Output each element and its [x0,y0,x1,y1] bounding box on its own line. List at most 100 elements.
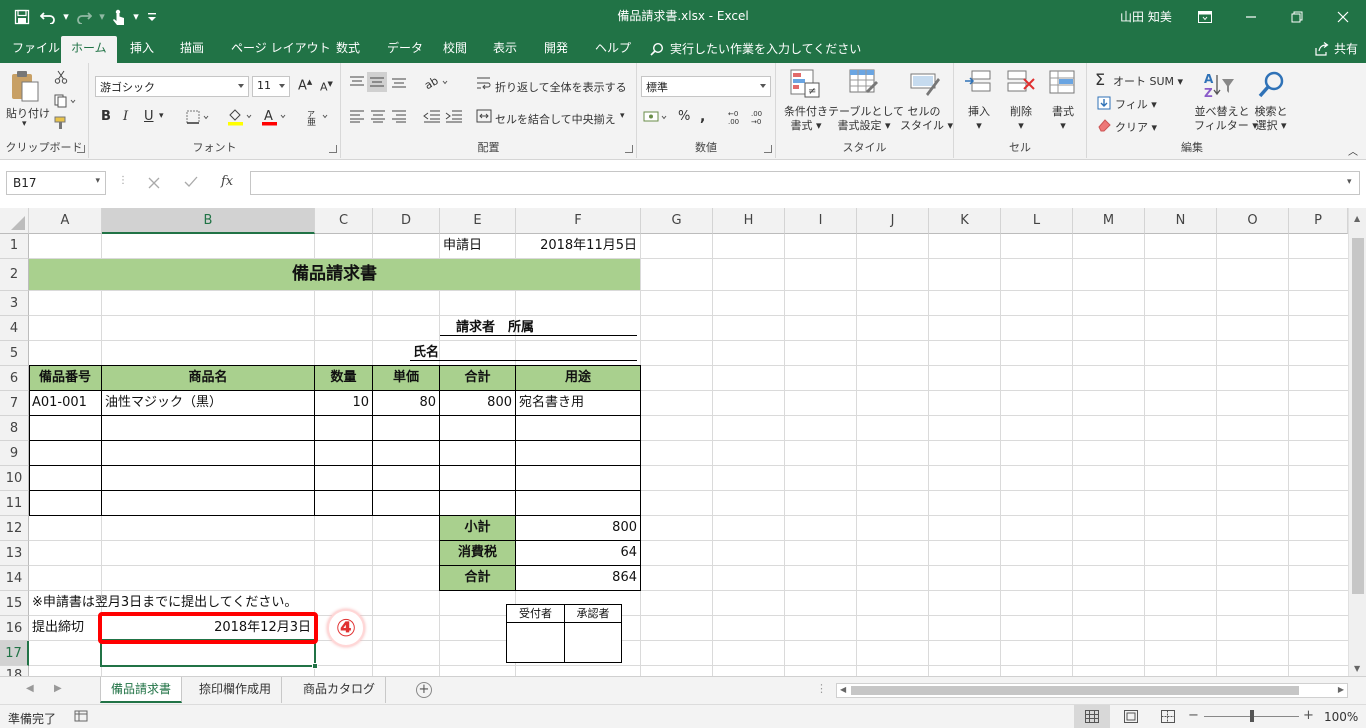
decrease-indent-icon[interactable] [423,109,441,123]
zoom-out-icon[interactable]: − [1188,708,1199,723]
column-header[interactable]: H [713,208,785,234]
column-header[interactable]: A [29,208,102,234]
clear-icon[interactable] [1097,118,1111,132]
zoom-slider-thumb[interactable] [1250,710,1254,722]
wrap-text-icon[interactable] [476,76,492,90]
deadline-label[interactable]: 提出締切 [29,616,101,640]
number-launcher-icon[interactable] [764,145,772,153]
table-header[interactable]: 単価 [373,366,439,390]
scroll-tabs-right-icon[interactable]: ▶ [54,683,62,694]
scroll-up-icon[interactable]: ▲ [1354,214,1360,223]
autosum-icon[interactable]: Σ [1095,70,1105,89]
tell-me-search[interactable]: 実行したい作業を入力してください [650,40,861,57]
sort-filter-label[interactable]: 並べ替えと フィルター ▾ [1194,105,1258,133]
copy-icon[interactable] [54,94,76,108]
format-cells-label[interactable]: 書式 ▾ [1050,105,1076,133]
approver-stamp-box[interactable] [565,623,621,662]
column-header[interactable]: G [641,208,713,234]
request-date-label[interactable]: 申請日 [440,234,515,258]
vertical-scrollbar[interactable]: ▲ ▼ [1348,208,1366,676]
insert-cells-label[interactable]: 挿入 ▾ [966,105,992,133]
column-header[interactable]: I [785,208,857,234]
requester-dept-label[interactable]: 請求者 所属 [440,316,637,340]
tab-view[interactable]: 表示 [483,38,527,63]
tab-developer[interactable]: 開発 [534,38,578,63]
decrease-decimal-icon[interactable]: .00 →0 [750,108,770,126]
tab-review[interactable]: 校閲 [433,38,477,63]
column-header[interactable]: M [1073,208,1145,234]
clear-label[interactable]: クリア ▾ [1115,119,1157,135]
phonetic-guide-icon[interactable]: ア亜 [305,108,331,126]
column-header[interactable]: F [516,208,641,234]
paste-label[interactable]: 貼り付け [6,105,50,121]
column-header[interactable]: K [929,208,1001,234]
subtotal-value[interactable]: 800 [516,516,640,540]
page-break-preview-icon[interactable] [1161,710,1175,723]
accounting-format-icon[interactable] [643,109,669,125]
close-icon[interactable] [1320,0,1366,33]
row-header[interactable]: 9 [0,441,29,466]
font-size-combo[interactable]: 11 [252,76,290,97]
column-header[interactable]: O [1217,208,1289,234]
row-header[interactable]: 18 [0,666,29,676]
table-cell[interactable]: 800 [440,391,515,415]
font-color-icon[interactable]: A [261,108,287,126]
subtotal-label[interactable]: 小計 [440,516,515,540]
column-header[interactable]: J [857,208,929,234]
horizontal-scrollbar[interactable]: ◀ ▶ [836,683,1348,698]
row-header-selected[interactable]: 17 [0,641,29,666]
zoom-level[interactable]: 100% [1324,710,1358,724]
row-header[interactable]: 12 [0,516,29,541]
format-as-table-icon[interactable] [849,69,879,99]
find-select-label[interactable]: 検索と 選択 ▾ [1252,105,1290,133]
tax-value[interactable]: 64 [516,541,640,565]
align-middle-icon[interactable] [367,72,387,92]
align-right-icon[interactable] [391,109,407,123]
tab-home[interactable]: ホーム [61,36,117,63]
align-center-icon[interactable] [370,109,386,123]
fill-icon[interactable] [1097,96,1111,110]
clipboard-launcher-icon[interactable] [77,145,85,153]
format-cells-icon[interactable] [1048,69,1078,99]
comma-style-icon[interactable]: , [700,109,705,125]
increase-font-size-icon[interactable]: A▲ [298,78,312,93]
delete-cells-icon[interactable] [1006,69,1036,99]
collapse-ribbon-icon[interactable]: ︿ [1348,143,1358,158]
column-header[interactable]: P [1289,208,1348,234]
row-header[interactable]: 1 [0,234,29,259]
cell-styles-label[interactable]: セルの スタイル ▾ [900,105,953,133]
fill-handle[interactable] [312,663,318,669]
share-button[interactable]: 共有 [1315,40,1358,57]
macro-recording-icon[interactable] [74,710,88,722]
cell-styles-icon[interactable] [910,69,940,99]
total-value[interactable]: 864 [516,566,640,590]
table-header[interactable]: 商品名 [102,366,314,390]
underline-dropdown-icon[interactable]: ▾ [159,111,164,121]
receiver-stamp-box[interactable] [507,623,564,662]
row-header[interactable]: 2 [0,259,29,291]
row-header[interactable]: 5 [0,341,29,366]
table-header[interactable]: 数量 [315,366,372,390]
orientation-icon[interactable]: ab [423,74,451,90]
confirm-entry-icon[interactable] [184,176,198,188]
borders-icon[interactable] [186,110,210,124]
request-date-value[interactable]: 2018年11月5日 [516,234,640,258]
row-header[interactable]: 3 [0,291,29,316]
expand-formula-bar-icon[interactable]: ▾ [1347,177,1352,187]
conditional-formatting-icon[interactable]: ≠ [790,69,820,99]
tab-formulas[interactable]: 数式 [326,38,370,63]
sheet-tab[interactable]: 捺印欄作成用 [189,677,283,703]
row-header[interactable]: 16 [0,616,29,641]
cancel-entry-icon[interactable] [148,177,160,189]
row-header[interactable]: 13 [0,541,29,566]
tab-draw[interactable]: 描画 [170,38,214,63]
table-cell[interactable]: 宛名書き用 [516,391,640,415]
conditional-formatting-label[interactable]: 条件付き 書式 ▾ [782,105,830,133]
table-header[interactable]: 合計 [440,366,515,390]
cut-icon[interactable] [54,70,68,84]
alignment-launcher-icon[interactable] [625,145,633,153]
insert-function-icon[interactable]: fx [221,174,233,189]
underline-button[interactable]: U [144,109,154,124]
row-header[interactable]: 7 [0,391,29,416]
row-header[interactable]: 6 [0,366,29,391]
